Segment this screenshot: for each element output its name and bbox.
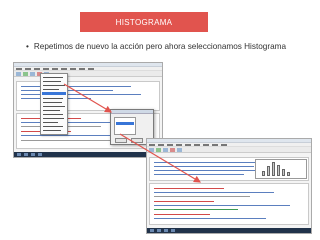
bullet-text: Repetimos de nuevo la acción pero ahora … [33, 42, 287, 51]
toolbar [14, 71, 162, 77]
taskbar [14, 152, 162, 157]
selected-variable[interactable] [116, 122, 134, 125]
ok-button[interactable] [115, 138, 127, 143]
histogram-menu-item[interactable] [42, 92, 66, 95]
taskbar [147, 228, 311, 233]
slide-title: HISTOGRAMA [115, 17, 173, 27]
cancel-button[interactable] [131, 138, 143, 143]
histogram-graph-window [255, 159, 307, 179]
dialog-titlebar [111, 110, 153, 114]
output-pane [149, 183, 309, 225]
graphs-dropdown-menu[interactable] [40, 73, 68, 135]
toolbar [147, 147, 311, 153]
bullet-point: • Repetimos de nuevo la acción pero ahora… [26, 42, 316, 54]
bullet-dot: • [26, 42, 29, 51]
variable-list[interactable] [114, 117, 136, 135]
screenshot-rcommander-output [146, 138, 312, 234]
screenshot-rcommander-menu [13, 62, 163, 158]
script-pane [16, 81, 160, 111]
slide-title-box: HISTOGRAMA [80, 12, 208, 32]
